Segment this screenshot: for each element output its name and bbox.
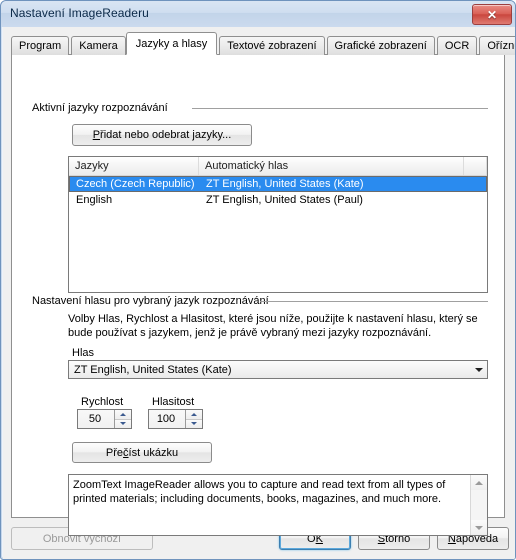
tab-textove-zobrazeni-label: Textové zobrazení: [227, 40, 317, 52]
rate-label: Rychlost: [81, 396, 124, 408]
row-language-czech: Czech (Czech Republic): [76, 178, 195, 190]
title-bar[interactable]: Nastavení ImageReaderu ✕: [1, 1, 515, 27]
group-rule-active-languages: [192, 108, 488, 109]
tab-textove-zobrazeni[interactable]: Textové zobrazení: [219, 36, 325, 55]
triangle-down-icon: [120, 422, 126, 426]
triangle-down-icon: [191, 422, 197, 426]
rate-stepper-buttons: [114, 410, 131, 428]
rate-value[interactable]: 50: [78, 410, 114, 428]
scroll-up-button[interactable]: [471, 475, 487, 490]
volume-stepper-buttons: [185, 410, 202, 428]
tab-jazyky-a-hlasy-label: Jazyky a hlasy: [135, 38, 208, 50]
voice-select[interactable]: ZT English, United States (Kate): [68, 360, 488, 379]
close-button[interactable]: ✕: [472, 4, 512, 25]
voice-settings-description: Volby Hlas, Rychlost a Hlasitost, které …: [68, 312, 488, 340]
rate-decrement-button[interactable]: [115, 419, 131, 428]
chevron-down-icon[interactable]: [470, 361, 487, 378]
sample-text-line1: ZoomText ImageReader allows you to captu…: [73, 479, 446, 491]
voice-combo-label: Hlas: [72, 347, 95, 359]
rate-stepper[interactable]: 50: [77, 409, 132, 429]
sample-text-content[interactable]: ZoomText ImageReader allows you to captu…: [69, 475, 470, 535]
window-title: Nastavení ImageReaderu: [10, 6, 149, 20]
tab-graficke-zobrazeni-label: Grafické zobrazení: [334, 40, 427, 52]
row-voice-english: ZT English, United States (Paul): [206, 194, 363, 206]
tab-program-label: Program: [19, 40, 62, 52]
tab-oriznuti[interactable]: Oříznutí: [479, 36, 515, 55]
group-rule-voice-settings: [260, 301, 488, 302]
languages-list-view[interactable]: Jazyky Automatický hlas Czech (Czech Rep…: [68, 156, 488, 293]
row-language-english: English: [76, 194, 113, 206]
triangle-up-icon: [191, 412, 197, 416]
column-header-jazyky[interactable]: Jazyky: [69, 157, 199, 175]
sample-text-area[interactable]: ZoomText ImageReader allows you to captu…: [68, 474, 488, 536]
settings-dialog-window: Nastavení ImageReaderu ✕ Program Kamera …: [0, 0, 516, 560]
tab-ocr[interactable]: OCR: [436, 36, 478, 55]
rate-increment-button[interactable]: [115, 410, 131, 420]
languages-list-header: Jazyky Automatický hlas: [69, 157, 487, 176]
volume-label: Hlasitost: [152, 396, 195, 408]
tab-kamera[interactable]: Kamera: [71, 36, 126, 55]
voice-description-line1: Volby Hlas, Rychlost a Hlasitost, které …: [68, 313, 478, 325]
tab-jazyky-a-hlasy[interactable]: Jazyky a hlasy: [125, 32, 218, 55]
table-row[interactable]: Czech (Czech Republic) ZT English, Unite…: [69, 176, 487, 192]
triangle-up-icon: [475, 480, 483, 485]
triangle-up-icon: [120, 412, 126, 416]
scroll-down-button[interactable]: [471, 520, 487, 535]
dialog-body: Program Kamera Jazyky a hlasy Textové zo…: [3, 27, 515, 559]
table-row[interactable]: English ZT English, United States (Paul): [69, 192, 487, 208]
volume-decrement-button[interactable]: [186, 419, 202, 428]
tab-graficke-zobrazeni[interactable]: Grafické zobrazení: [326, 36, 435, 55]
column-header-automaticky-hlas[interactable]: Automatický hlas: [199, 157, 464, 175]
volume-value[interactable]: 100: [149, 410, 185, 428]
triangle-down-icon: [475, 525, 483, 530]
sample-text-scrollbar[interactable]: [470, 475, 487, 535]
volume-stepper[interactable]: 100: [148, 409, 203, 429]
voice-select-value: ZT English, United States (Kate): [74, 363, 232, 376]
read-sample-label: Přečíst ukázku: [105, 446, 179, 459]
read-sample-button[interactable]: Přečíst ukázku: [72, 442, 212, 463]
add-remove-languages-button[interactable]: Přidat nebo odebrat jazyky...: [72, 124, 252, 146]
tab-strip: Program Kamera Jazyky a hlasy Textové zo…: [11, 32, 515, 55]
tab-program[interactable]: Program: [11, 36, 70, 55]
tab-ocr-label: OCR: [444, 40, 470, 52]
voice-description-line2: bude používat s jazykem, jenž je právě v…: [68, 327, 432, 339]
group-label-active-languages: Aktivní jazyky rozpoznávání: [32, 102, 168, 114]
row-voice-czech: ZT English, United States (Kate): [206, 178, 364, 190]
volume-increment-button[interactable]: [186, 410, 202, 420]
group-label-voice-settings: Nastavení hlasu pro vybraný jazyk rozpoz…: [32, 295, 269, 307]
add-remove-languages-label: Přidat nebo odebrat jazyky...: [92, 129, 232, 141]
close-icon: ✕: [486, 7, 498, 22]
tab-kamera-label: Kamera: [79, 40, 118, 52]
tab-oriznuti-label: Oříznutí: [487, 40, 515, 52]
column-header-spacer: [464, 157, 487, 175]
sample-text-line2: printed materials; including documents, …: [73, 493, 442, 505]
tab-page-jazyky-a-hlasy: Aktivní jazyky rozpoznávání Přidat nebo …: [11, 54, 505, 536]
